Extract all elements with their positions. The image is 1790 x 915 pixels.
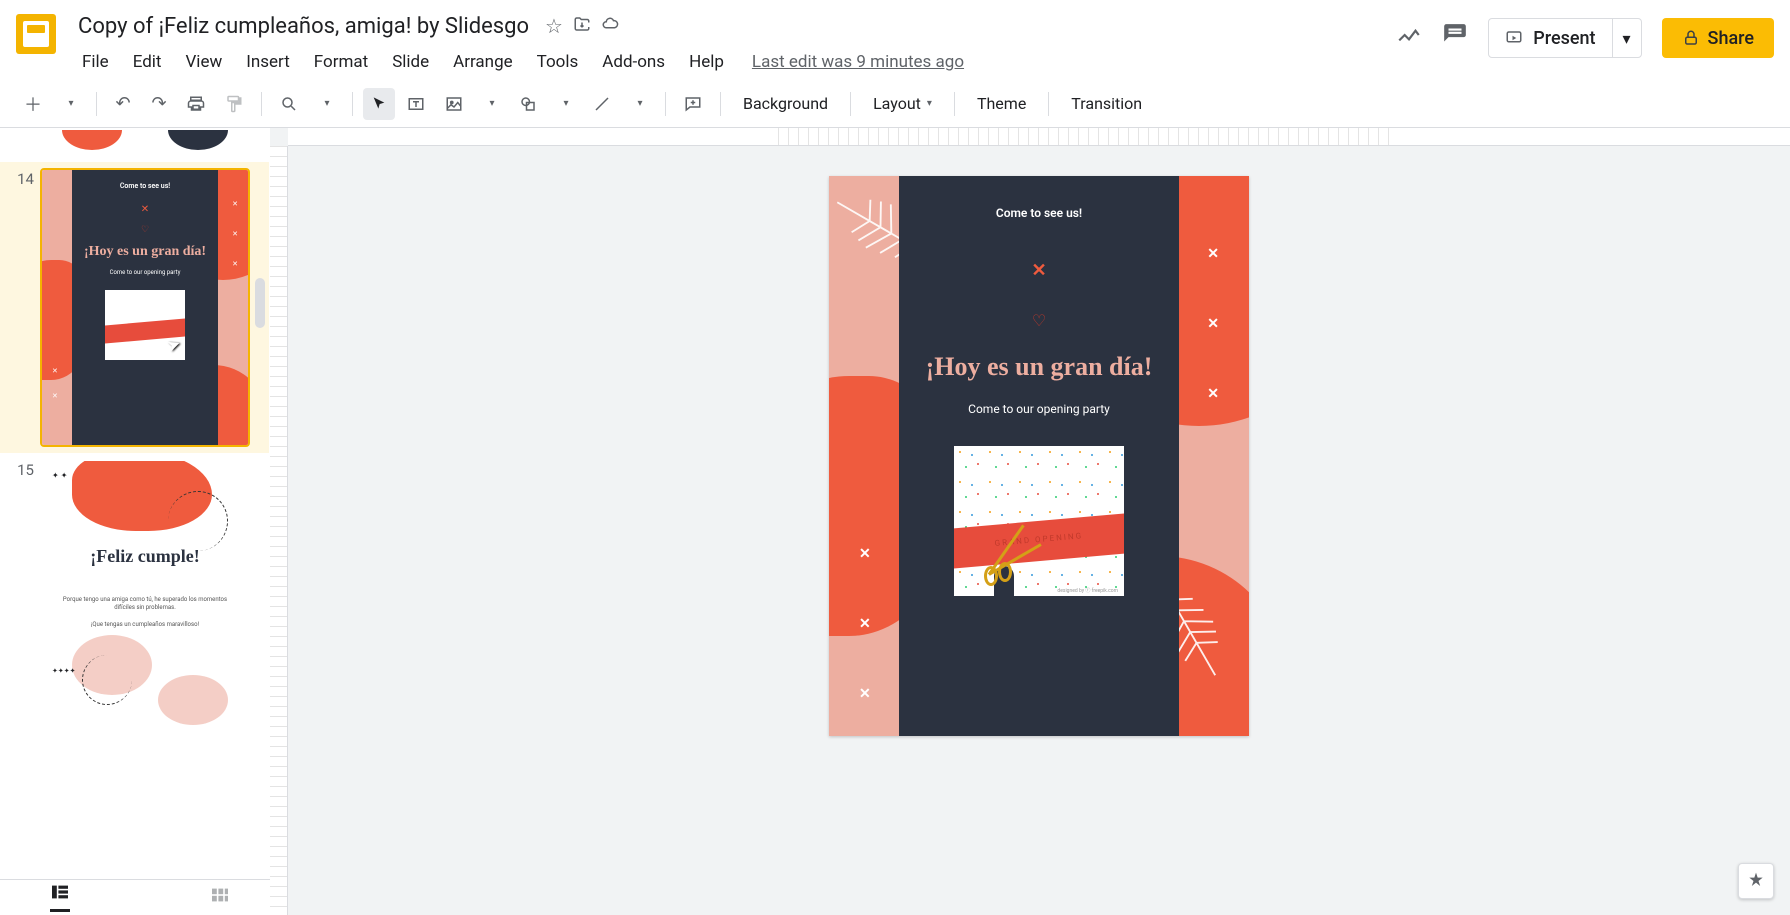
cloud-status-icon[interactable] xyxy=(601,14,619,38)
slide-top-text[interactable]: Come to see us! xyxy=(913,206,1165,220)
zoom-button[interactable] xyxy=(272,88,306,120)
separator xyxy=(96,92,97,116)
scissors-graphic xyxy=(984,516,1044,596)
present-label: Present xyxy=(1533,28,1595,49)
menu-arrange[interactable]: Arrange xyxy=(443,48,522,76)
image-tool[interactable] xyxy=(437,88,471,120)
select-tool[interactable] xyxy=(363,88,395,120)
menu-format[interactable]: Format xyxy=(304,48,378,76)
background-button[interactable]: Background xyxy=(731,88,840,119)
comment-tool[interactable] xyxy=(676,88,710,120)
slide-thumb-14[interactable]: 14 ✕ ✕ ✕ ✕ ✕ Come to see us! ✕ ♡ ¡Hoy es… xyxy=(0,162,269,453)
text-box-tool[interactable] xyxy=(399,88,433,120)
layout-button[interactable]: Layout xyxy=(861,88,944,119)
vertical-ruler[interactable] xyxy=(270,146,288,915)
print-button[interactable] xyxy=(179,88,213,120)
separator xyxy=(850,92,851,116)
filmstrip-column: 14 ✕ ✕ ✕ ✕ ✕ Come to see us! ✕ ♡ ¡Hoy es… xyxy=(0,128,270,915)
toolbar: ＋ ↶ ↷ Background Layout Theme Transition xyxy=(0,80,1790,128)
new-slide-dropdown[interactable] xyxy=(54,88,86,120)
slide-canvas[interactable]: ✕ ✕ ✕ ✕ ✕ ✕ Come to see us! ✕ ♡ ¡Hoy es … xyxy=(288,146,1790,915)
x-decoration-icon: ✕ xyxy=(1207,386,1219,402)
x-decoration-icon: ✕ xyxy=(1207,316,1219,332)
menu-edit[interactable]: Edit xyxy=(123,48,172,76)
app-header: Copy of ¡Feliz cumpleaños, amiga! by Sli… xyxy=(0,0,1790,80)
separator xyxy=(1048,92,1049,116)
present-button[interactable]: Present xyxy=(1489,28,1611,49)
image-dropdown[interactable] xyxy=(475,88,507,120)
last-edit-link[interactable]: Last edit was 9 minutes ago xyxy=(752,48,964,76)
view-mode-tabs xyxy=(0,879,270,915)
slide-thumb-partial[interactable] xyxy=(0,128,269,162)
slide-card: Come to see us! ✕ ♡ ¡Hoy es un gran día!… xyxy=(899,176,1179,736)
menu-addons[interactable]: Add-ons xyxy=(592,48,675,76)
thumbnail-preview: ¡Feliz cumple! Porque tengo una amiga co… xyxy=(42,461,248,736)
slide-number: 14 xyxy=(10,168,40,447)
document-title[interactable]: Copy of ¡Feliz cumpleaños, amiga! by Sli… xyxy=(72,12,535,41)
menu-slide[interactable]: Slide xyxy=(382,48,439,76)
separator xyxy=(720,92,721,116)
slide-thumbnail[interactable]: ¡Feliz cumple! Porque tengo una amiga co… xyxy=(40,459,250,738)
slide-thumbnail[interactable] xyxy=(40,128,250,156)
undo-button[interactable]: ↶ xyxy=(107,88,139,120)
slide-filmstrip[interactable]: 14 ✕ ✕ ✕ ✕ ✕ Come to see us! ✕ ♡ ¡Hoy es… xyxy=(0,128,270,879)
slide-number xyxy=(10,128,40,156)
menu-insert[interactable]: Insert xyxy=(236,48,300,76)
separator xyxy=(665,92,666,116)
heart-icon: ♡ xyxy=(913,311,1165,330)
x-decoration-icon: ✕ xyxy=(859,686,871,702)
grid-view-icon[interactable] xyxy=(210,887,230,908)
canvas-area: ✕ ✕ ✕ ✕ ✕ ✕ Come to see us! ✕ ♡ ¡Hoy es … xyxy=(270,128,1790,915)
theme-button[interactable]: Theme xyxy=(965,88,1038,119)
separator xyxy=(954,92,955,116)
new-slide-button[interactable]: ＋ xyxy=(16,88,50,120)
slides-logo[interactable] xyxy=(16,14,56,54)
line-tool[interactable] xyxy=(585,88,619,120)
x-decoration-icon: ✕ xyxy=(859,616,871,632)
line-dropdown[interactable] xyxy=(623,88,655,120)
menu-view[interactable]: View xyxy=(175,48,232,76)
zoom-dropdown[interactable] xyxy=(310,88,342,120)
menu-file[interactable]: File xyxy=(72,48,119,76)
current-slide[interactable]: ✕ ✕ ✕ ✕ ✕ ✕ Come to see us! ✕ ♡ ¡Hoy es … xyxy=(829,176,1249,736)
scrollbar-thumb[interactable] xyxy=(255,278,265,328)
ribbon-image[interactable]: GRAND OPENING designed by ⓕ freepik.com xyxy=(954,446,1124,596)
comments-icon[interactable] xyxy=(1442,22,1468,54)
thumbnail-preview xyxy=(42,130,248,154)
shape-tool[interactable] xyxy=(511,88,545,120)
present-button-group: Present ▾ xyxy=(1488,18,1641,58)
shape-dropdown[interactable] xyxy=(549,88,581,120)
title-area: Copy of ¡Feliz cumpleaños, amiga! by Sli… xyxy=(72,8,1396,76)
header-actions: Present ▾ Share xyxy=(1396,18,1774,58)
menu-help[interactable]: Help xyxy=(679,48,734,76)
separator xyxy=(261,92,262,116)
menu-bar: File Edit View Insert Format Slide Arran… xyxy=(72,48,1396,76)
slide-number: 15 xyxy=(10,459,40,738)
x-icon: ✕ xyxy=(913,260,1165,281)
horizontal-ruler[interactable] xyxy=(288,128,1790,146)
slide-thumb-15[interactable]: 15 ¡Feliz cumple! Porque tengo una amiga… xyxy=(0,453,269,744)
activity-icon[interactable] xyxy=(1396,22,1422,54)
thumbnail-preview: ✕ ✕ ✕ ✕ ✕ Come to see us! ✕ ♡ ¡Hoy es un… xyxy=(42,170,248,445)
slide-thumbnail[interactable]: ✕ ✕ ✕ ✕ ✕ Come to see us! ✕ ♡ ¡Hoy es un… xyxy=(40,168,250,447)
separator xyxy=(352,92,353,116)
paint-format-button[interactable] xyxy=(217,88,251,120)
filmstrip-view-icon[interactable] xyxy=(50,884,70,912)
share-button[interactable]: Share xyxy=(1662,18,1774,58)
explore-button[interactable] xyxy=(1738,863,1774,899)
transition-button[interactable]: Transition xyxy=(1059,88,1154,119)
menu-tools[interactable]: Tools xyxy=(527,48,589,76)
present-dropdown[interactable]: ▾ xyxy=(1612,19,1641,57)
x-decoration-icon: ✕ xyxy=(859,546,871,562)
share-label: Share xyxy=(1708,28,1754,49)
star-icon[interactable]: ☆ xyxy=(545,14,563,38)
x-decoration-icon: ✕ xyxy=(1207,246,1219,262)
slide-subtitle[interactable]: Come to our opening party xyxy=(913,402,1165,416)
image-credit: designed by ⓕ freepik.com xyxy=(1057,587,1118,594)
workspace: 14 ✕ ✕ ✕ ✕ ✕ Come to see us! ✕ ♡ ¡Hoy es… xyxy=(0,128,1790,915)
slide-title[interactable]: ¡Hoy es un gran día! xyxy=(913,350,1165,384)
move-to-folder-icon[interactable] xyxy=(573,14,591,38)
redo-button[interactable]: ↷ xyxy=(143,88,175,120)
